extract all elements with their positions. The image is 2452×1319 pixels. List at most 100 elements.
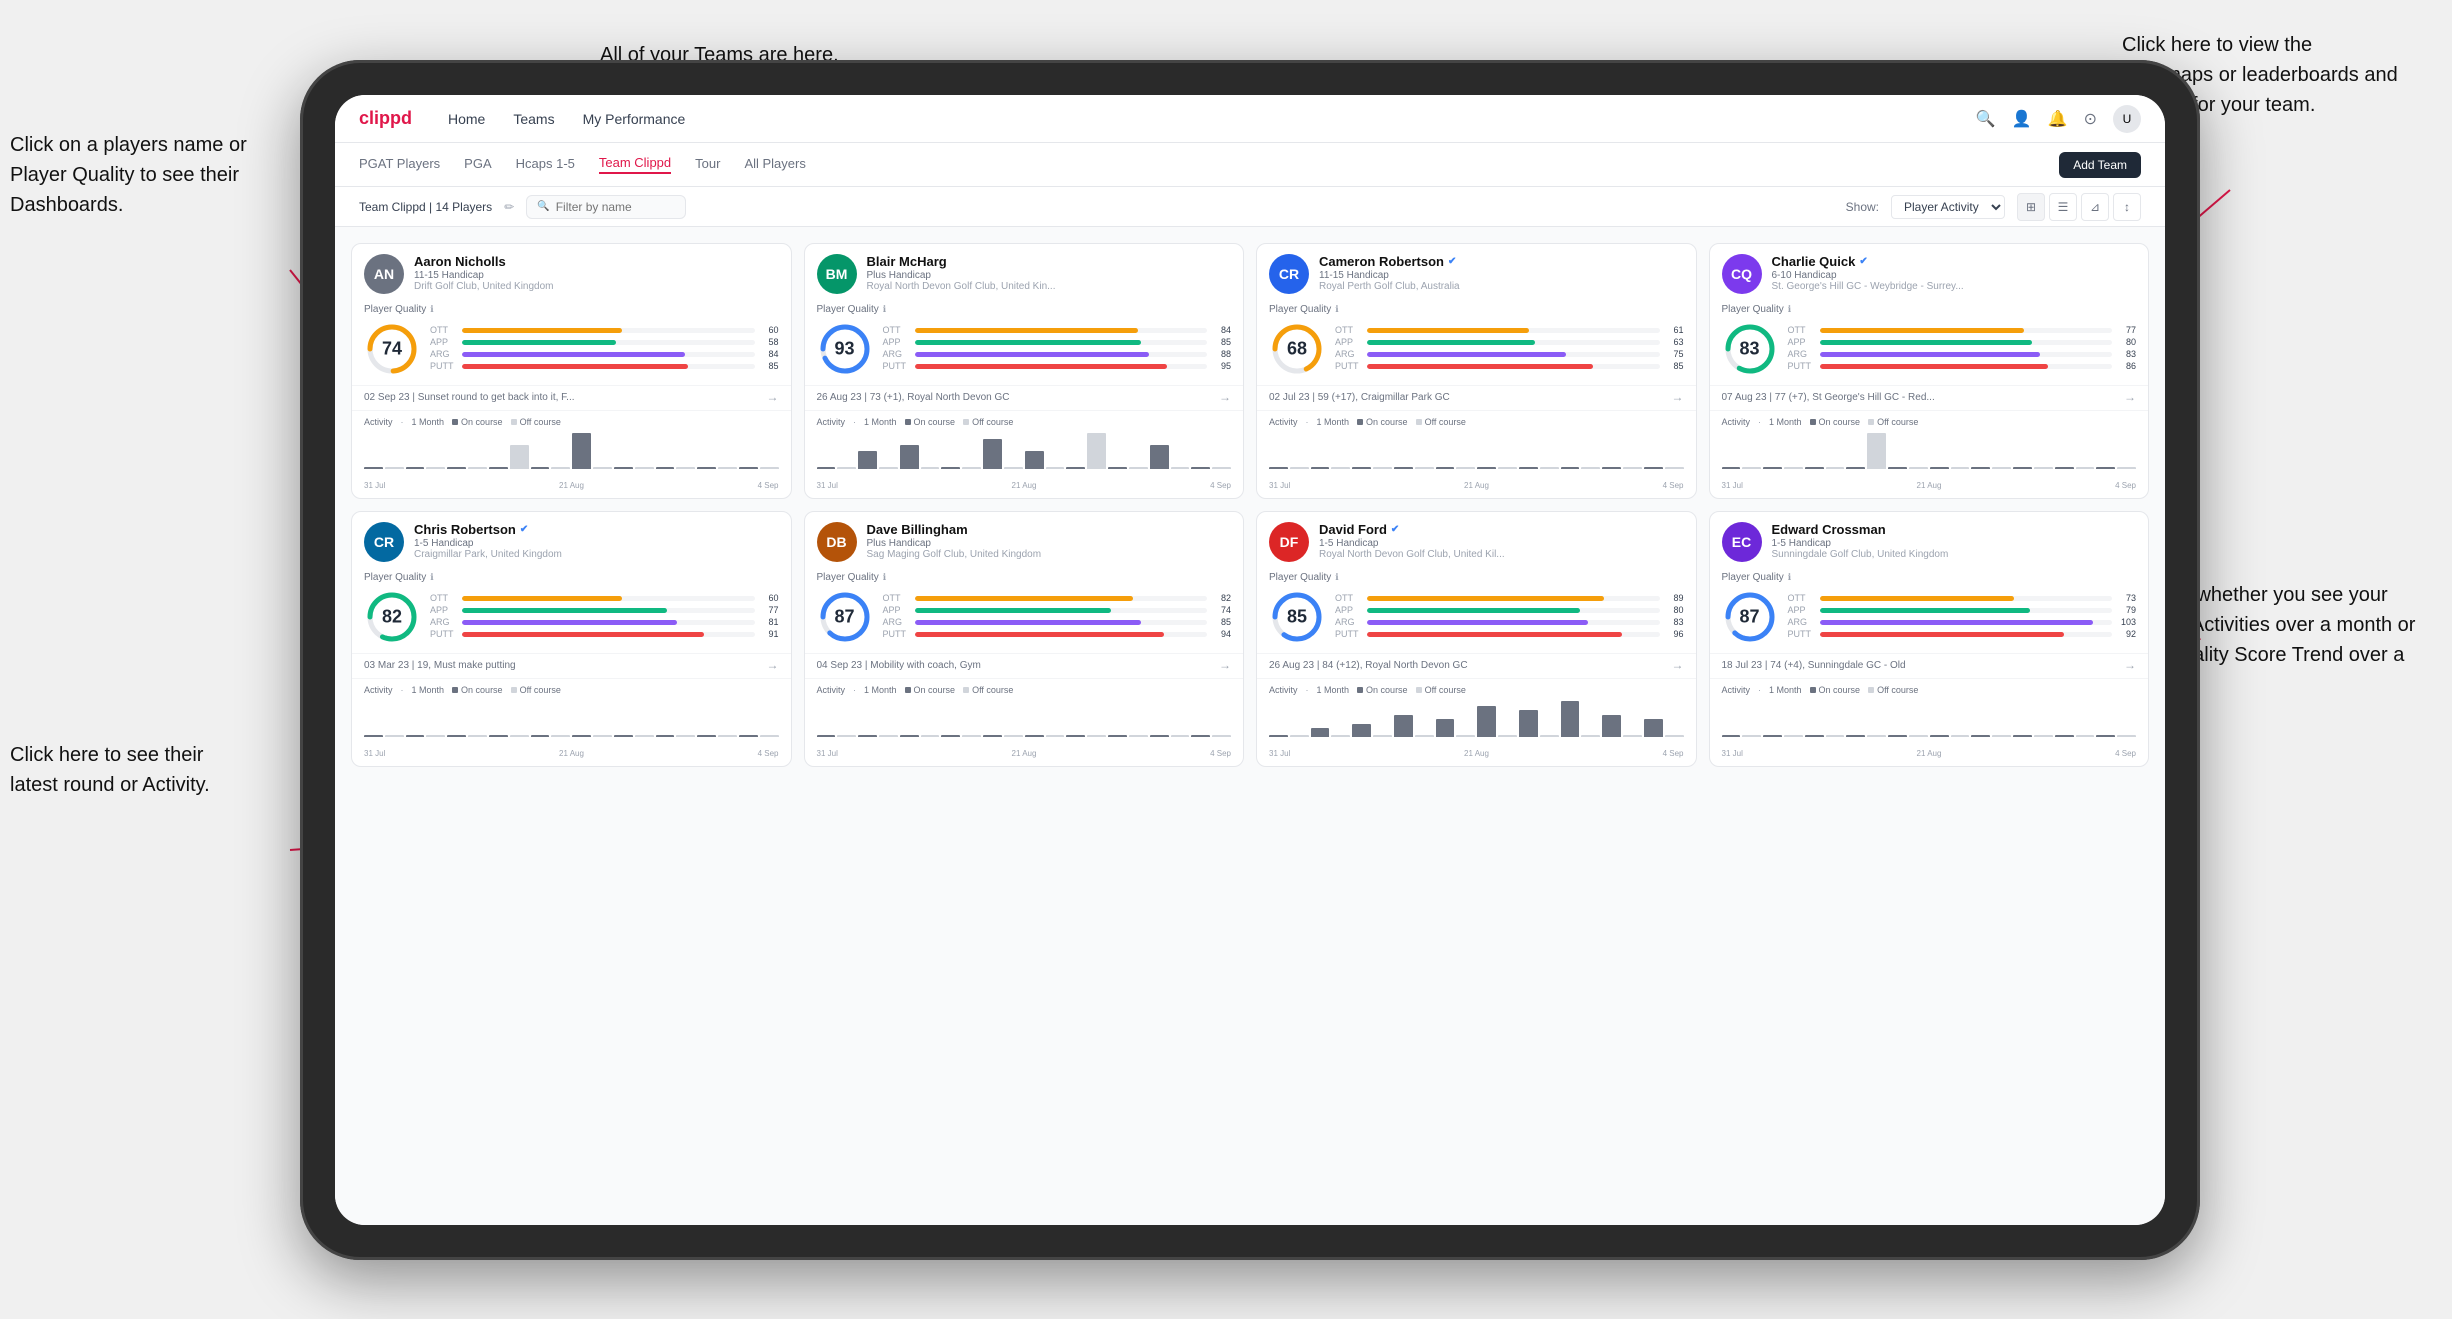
recent-round[interactable]: 26 Aug 23 | 84 (+12), Royal North Devon …	[1257, 653, 1696, 678]
quality-label: Player Quality ℹ	[1269, 304, 1684, 315]
player-avatar: DB	[817, 522, 857, 562]
recent-round[interactable]: 18 Jul 23 | 74 (+4), Sunningdale GC - Ol…	[1710, 653, 2149, 678]
player-name[interactable]: David Ford ✔	[1319, 522, 1684, 537]
player-card[interactable]: AN Aaron Nicholls 11-15 Handicap Drift G…	[351, 243, 792, 499]
show-select[interactable]: Player Activity	[1891, 195, 2005, 219]
player-card[interactable]: CQ Charlie Quick ✔ 6-10 Handicap St. Geo…	[1709, 243, 2150, 499]
edit-icon[interactable]: ✏	[504, 200, 514, 214]
player-name[interactable]: Aaron Nicholls	[414, 254, 779, 269]
recent-round[interactable]: 04 Sep 23 | Mobility with coach, Gym →	[805, 653, 1244, 678]
quality-circle[interactable]: 83	[1722, 321, 1778, 377]
quality-number: 87	[834, 607, 854, 628]
stat-row: ARG 75	[1335, 349, 1684, 359]
activity-chart	[1269, 699, 1684, 749]
ipad-frame: clippd Home Teams My Performance 🔍 👤 🔔 ⊙…	[300, 60, 2200, 1260]
quality-number: 83	[1739, 339, 1759, 360]
add-team-button[interactable]: Add Team	[2059, 152, 2141, 178]
subnav-tour[interactable]: Tour	[695, 156, 720, 173]
quality-circle[interactable]: 68	[1269, 321, 1325, 377]
recent-round[interactable]: 26 Aug 23 | 73 (+1), Royal North Devon G…	[805, 385, 1244, 410]
view-icons: ⊞ ☰ ⊿ ↕	[2017, 193, 2141, 221]
stat-row: OTT 60	[430, 325, 779, 335]
list-view-button[interactable]: ☰	[2049, 193, 2077, 221]
subnav-all-players[interactable]: All Players	[744, 156, 805, 173]
stat-row: OTT 82	[883, 593, 1232, 603]
activity-chart	[1722, 431, 2137, 481]
cards-grid: AN Aaron Nicholls 11-15 Handicap Drift G…	[351, 243, 2149, 767]
stat-row: ARG 83	[1788, 349, 2137, 359]
stat-row: ARG 85	[883, 617, 1232, 627]
quality-circle[interactable]: 87	[817, 589, 873, 645]
nav-item-teams[interactable]: Teams	[513, 111, 554, 127]
subnav-team-clippd[interactable]: Team Clippd	[599, 155, 671, 174]
recent-round-arrow: →	[1672, 658, 1684, 672]
player-card[interactable]: EC Edward Crossman 1-5 Handicap Sunningd…	[1709, 511, 2150, 767]
activity-section: Activity · 1 Month On course Off course …	[352, 678, 791, 766]
stat-row: PUTT 96	[1335, 629, 1684, 639]
player-card[interactable]: DB Dave Billingham Plus Handicap Sag Mag…	[804, 511, 1245, 767]
activity-section: Activity · 1 Month On course Off course …	[352, 410, 791, 498]
player-name[interactable]: Cameron Robertson ✔	[1319, 254, 1684, 269]
search-icon[interactable]: 🔍	[1976, 109, 1996, 129]
player-card[interactable]: CR Chris Robertson ✔ 1-5 Handicap Craigm…	[351, 511, 792, 767]
stat-row: APP 80	[1788, 337, 2137, 347]
recent-round-text: 07 Aug 23 | 77 (+7), St George's Hill GC…	[1722, 392, 2125, 403]
stat-row: PUTT 94	[883, 629, 1232, 639]
quality-circle[interactable]: 74	[364, 321, 420, 377]
bell-icon[interactable]: 🔔	[2048, 109, 2068, 129]
stat-row: ARG 83	[1335, 617, 1684, 627]
nav-item-performance[interactable]: My Performance	[583, 111, 686, 127]
stat-row: APP 74	[883, 605, 1232, 615]
player-card[interactable]: BM Blair McHarg Plus Handicap Royal Nort…	[804, 243, 1245, 499]
recent-round-arrow: →	[767, 658, 779, 672]
player-name[interactable]: Chris Robertson ✔	[414, 522, 779, 537]
stat-row: OTT 61	[1335, 325, 1684, 335]
recent-round[interactable]: 07 Aug 23 | 77 (+7), St George's Hill GC…	[1710, 385, 2149, 410]
player-handicap: 1-5 Handicap	[414, 538, 779, 549]
player-avatar: CQ	[1722, 254, 1762, 294]
player-avatar: DF	[1269, 522, 1309, 562]
sort-button[interactable]: ↕	[2113, 193, 2141, 221]
activity-section: Activity · 1 Month On course Off course …	[1710, 678, 2149, 766]
grid-view-button[interactable]: ⊞	[2017, 193, 2045, 221]
recent-round[interactable]: 03 Mar 23 | 19, Must make putting →	[352, 653, 791, 678]
search-input[interactable]	[556, 200, 676, 214]
subnav-pgat[interactable]: PGAT Players	[359, 156, 440, 173]
cards-container: AN Aaron Nicholls 11-15 Handicap Drift G…	[335, 227, 2165, 1225]
stat-row: APP 80	[1335, 605, 1684, 615]
player-name[interactable]: Dave Billingham	[867, 522, 1232, 537]
filter-button[interactable]: ⊿	[2081, 193, 2109, 221]
nav-logo: clippd	[359, 108, 412, 129]
circle-icon[interactable]: ⊙	[2084, 109, 2097, 129]
quality-label: Player Quality ℹ	[364, 572, 779, 583]
player-handicap: 11-15 Handicap	[414, 270, 779, 281]
player-name[interactable]: Charlie Quick ✔	[1772, 254, 2137, 269]
show-label: Show:	[1846, 200, 1879, 214]
quality-circle[interactable]: 93	[817, 321, 873, 377]
player-handicap: 6-10 Handicap	[1772, 270, 2137, 281]
recent-round[interactable]: 02 Sep 23 | Sunset round to get back int…	[352, 385, 791, 410]
chart-labels: 31 Jul21 Aug4 Sep	[1722, 481, 2137, 490]
stat-row: ARG 103	[1788, 617, 2137, 627]
subnav-pga[interactable]: PGA	[464, 156, 491, 173]
activity-chart	[1269, 431, 1684, 481]
quality-circle[interactable]: 87	[1722, 589, 1778, 645]
nav-item-home[interactable]: Home	[448, 111, 485, 127]
quality-circle[interactable]: 85	[1269, 589, 1325, 645]
quality-circle[interactable]: 82	[364, 589, 420, 645]
user-icon[interactable]: 👤	[2012, 109, 2032, 129]
search-box: 🔍	[526, 195, 686, 219]
user-avatar[interactable]: U	[2113, 105, 2141, 133]
team-label: Team Clippd | 14 Players	[359, 200, 492, 214]
activity-chart	[817, 431, 1232, 481]
player-handicap: 1-5 Handicap	[1772, 538, 2137, 549]
quality-label: Player Quality ℹ	[1722, 572, 2137, 583]
player-name[interactable]: Blair McHarg	[867, 254, 1232, 269]
stat-row: OTT 77	[1788, 325, 2137, 335]
player-name[interactable]: Edward Crossman	[1772, 522, 2137, 537]
subnav-hcaps[interactable]: Hcaps 1-5	[516, 156, 575, 173]
recent-round[interactable]: 02 Jul 23 | 59 (+17), Craigmillar Park G…	[1257, 385, 1696, 410]
card-header: CQ Charlie Quick ✔ 6-10 Handicap St. Geo…	[1710, 244, 2149, 304]
player-card[interactable]: CR Cameron Robertson ✔ 11-15 Handicap Ro…	[1256, 243, 1697, 499]
player-card[interactable]: DF David Ford ✔ 1-5 Handicap Royal North…	[1256, 511, 1697, 767]
